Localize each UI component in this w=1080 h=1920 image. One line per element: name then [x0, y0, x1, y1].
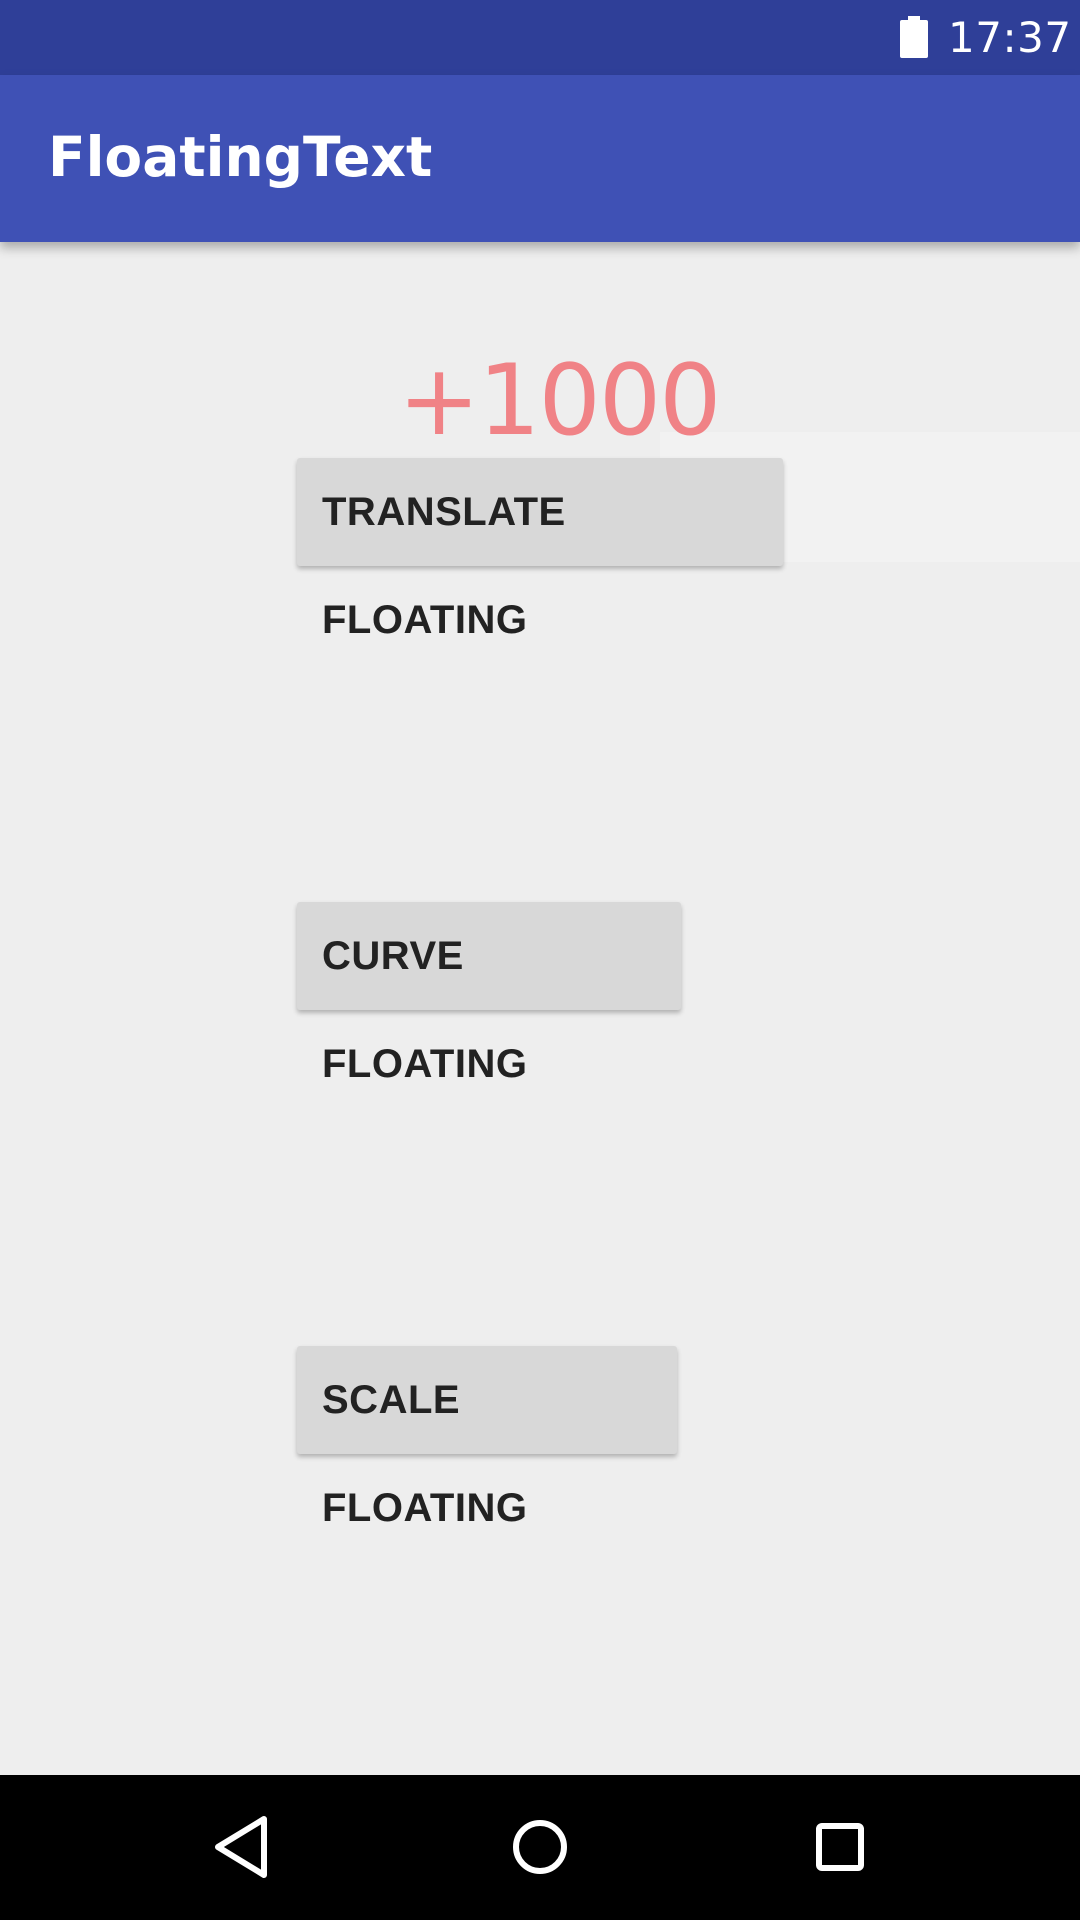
app-title: FloatingText — [48, 125, 433, 189]
main-content: +1000 TRANSLATE FLOATING CURVE FLOATING … — [0, 242, 1080, 1775]
status-bar: 17:37 — [0, 0, 1080, 75]
app-bar: FloatingText — [0, 75, 1080, 242]
translate-floating-button[interactable]: TRANSLATE FLOATING — [297, 458, 783, 642]
back-triangle-icon[interactable] — [190, 1797, 290, 1897]
battery-full-icon — [900, 16, 928, 58]
home-circle-icon[interactable] — [490, 1797, 590, 1897]
navigation-bar — [0, 1775, 1080, 1920]
floating-score-text: +1000 — [398, 344, 722, 458]
scale-floating-button[interactable]: SCALE FLOATING — [297, 1346, 677, 1530]
curve-floating-button[interactable]: CURVE FLOATING — [297, 902, 681, 1086]
screen: 17:37 FloatingText +1000 TRANSLATE FLOAT… — [0, 0, 1080, 1920]
recents-square-icon[interactable] — [790, 1797, 890, 1897]
status-time: 17:37 — [948, 13, 1072, 62]
